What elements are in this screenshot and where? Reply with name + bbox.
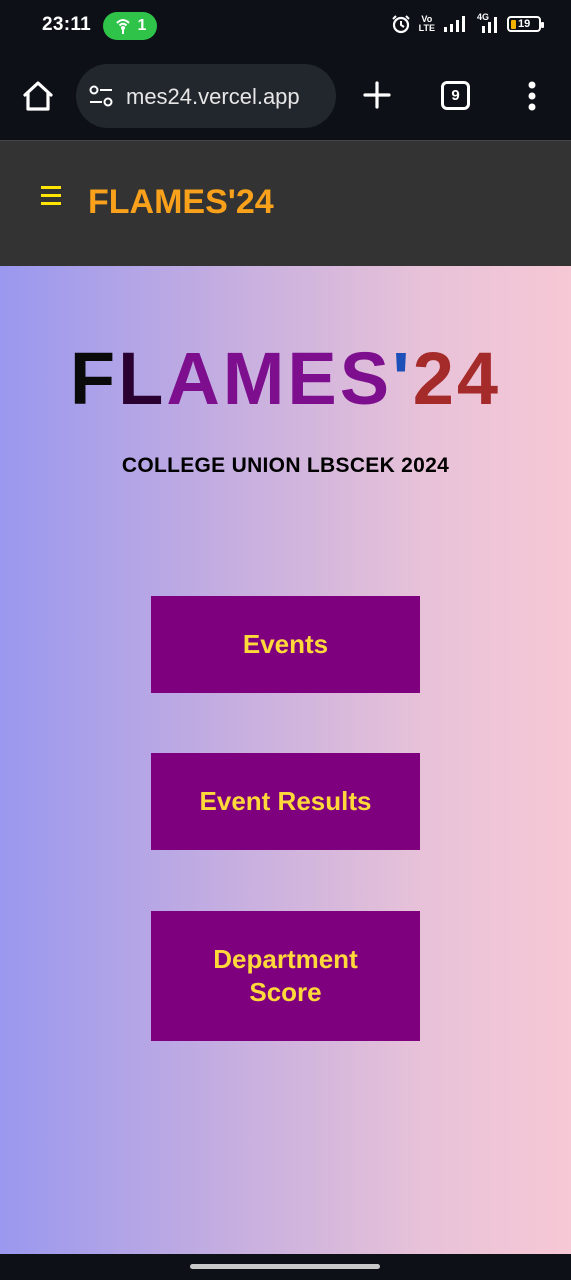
- status-time: 23:11: [42, 14, 92, 35]
- hotspot-indicator[interactable]: 1: [103, 12, 157, 40]
- hotspot-icon: [115, 19, 130, 34]
- hamburger-menu-icon[interactable]: [41, 186, 63, 206]
- url-text: mes24.vercel.app: [126, 84, 300, 109]
- main-content: FLAMES'24 COLLEGE UNION LBSCEK 2024 Even…: [0, 266, 571, 1254]
- hero-title: FLAMES'24: [0, 336, 571, 422]
- signal-icon: [444, 16, 465, 32]
- hero-title-part: AMES: [166, 337, 393, 420]
- signal-4g-indicator: 4G: [475, 12, 499, 34]
- site-settings-icon[interactable]: [88, 84, 114, 108]
- browser-toolbar: mes24.vercel.app 9: [0, 52, 571, 140]
- status-icons: Vo LTE 4G 19: [391, 12, 544, 34]
- hero-subtitle: COLLEGE UNION LBSCEK 2024: [121, 454, 450, 477]
- hero-title-part: 24: [412, 337, 502, 420]
- alarm-icon: [391, 15, 410, 34]
- hotspot-count: 1: [137, 17, 147, 34]
- tab-count: 9: [451, 87, 460, 104]
- status-bar: 23:11 1 Vo LTE 4G 19: [0, 0, 571, 52]
- events-button[interactable]: Events: [151, 596, 420, 693]
- event-results-button[interactable]: Event Results: [151, 753, 420, 850]
- signal-icon: [482, 17, 497, 33]
- battery-icon: 19: [507, 16, 544, 32]
- hero-title-part: F: [69, 337, 119, 420]
- department-score-button[interactable]: Department Score: [151, 911, 420, 1041]
- address-bar[interactable]: mes24.vercel.app: [76, 64, 336, 128]
- battery-level: 19: [518, 18, 531, 30]
- site-brand[interactable]: FLAMES'24: [88, 183, 274, 222]
- hero-title-part: L: [118, 337, 167, 420]
- gesture-bar: [0, 1254, 571, 1280]
- home-icon[interactable]: [20, 78, 56, 114]
- hero-title-part: ': [392, 337, 413, 420]
- site-header: FLAMES'24: [0, 140, 571, 266]
- gesture-handle[interactable]: [190, 1264, 380, 1269]
- tabs-icon[interactable]: 9: [441, 81, 470, 110]
- plus-icon[interactable]: [362, 80, 392, 110]
- volte-indicator: Vo LTE: [418, 14, 435, 33]
- more-vert-icon[interactable]: [522, 80, 542, 112]
